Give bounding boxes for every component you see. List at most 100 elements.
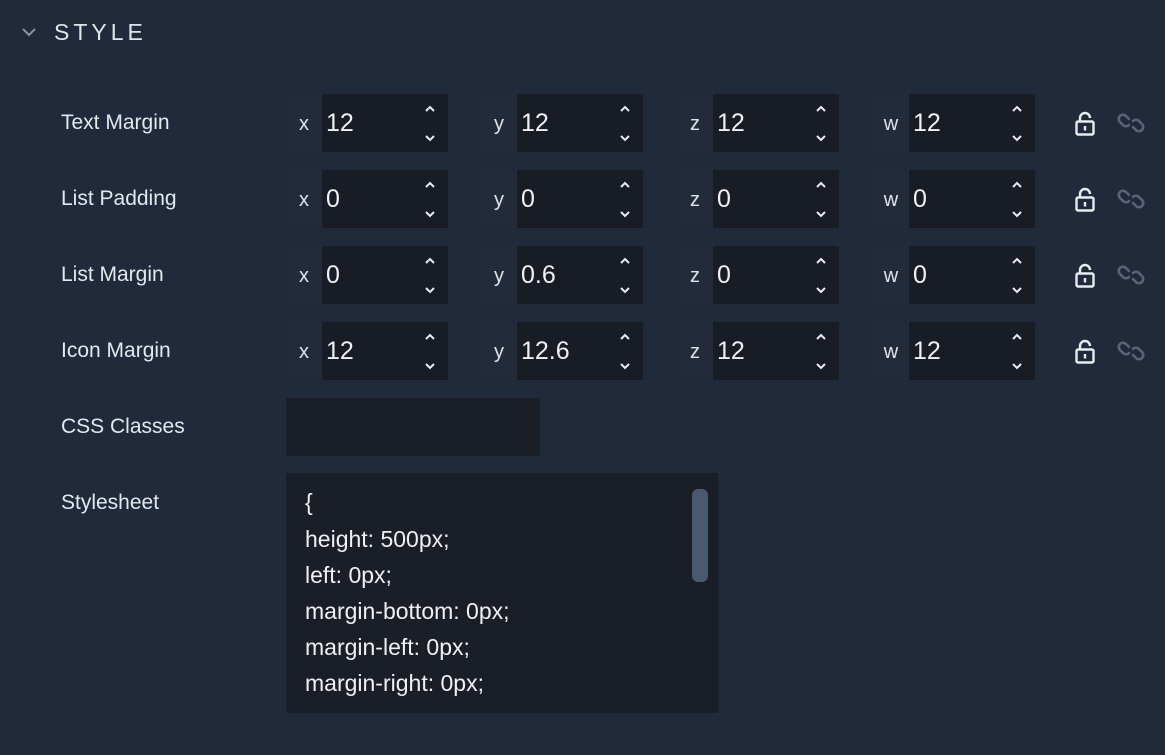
icon-margin-x-input[interactable]: 12	[322, 322, 412, 380]
chevron-up-icon[interactable]	[999, 170, 1035, 199]
list-padding-z-field: z 0	[677, 170, 839, 228]
axis-label: y	[481, 94, 517, 152]
lock-open-icon[interactable]	[1071, 337, 1099, 365]
text-margin-z-field: z 12	[677, 94, 839, 152]
lock-open-icon[interactable]	[1071, 109, 1099, 137]
icon-margin-y-field: y 12.6	[481, 322, 643, 380]
list-margin-z-stepper	[803, 246, 839, 304]
row-list-margin: List Margin x 0 y 0.6 z 0 w 0	[0, 246, 1165, 304]
list-margin-y-field: y 0.6	[481, 246, 643, 304]
stylesheet-scrollbar[interactable]	[692, 489, 708, 582]
chevron-up-icon[interactable]	[999, 94, 1035, 123]
chevron-down-icon[interactable]	[18, 21, 40, 43]
axis-label: z	[677, 170, 713, 228]
chevron-down-icon[interactable]	[412, 351, 448, 380]
chevron-down-icon[interactable]	[607, 275, 643, 304]
chevron-down-icon[interactable]	[607, 199, 643, 228]
css-classes-input[interactable]	[286, 398, 540, 456]
chevron-down-icon[interactable]	[607, 351, 643, 380]
icon-margin-x-stepper	[412, 322, 448, 380]
axis-label: x	[286, 94, 322, 152]
chevron-down-icon[interactable]	[803, 275, 839, 304]
chevron-up-icon[interactable]	[412, 94, 448, 123]
lock-open-icon[interactable]	[1071, 261, 1099, 289]
chevron-up-icon[interactable]	[999, 246, 1035, 275]
chevron-up-icon[interactable]	[803, 322, 839, 351]
list-margin-x-input[interactable]: 0	[322, 246, 412, 304]
link-icon[interactable]	[1117, 109, 1145, 137]
chevron-down-icon[interactable]	[412, 199, 448, 228]
list-padding-x-input[interactable]: 0	[322, 170, 412, 228]
chevron-down-icon[interactable]	[412, 123, 448, 152]
row-label: Stylesheet	[61, 491, 160, 514]
chevron-down-icon[interactable]	[803, 123, 839, 152]
axis-label: x	[286, 246, 322, 304]
section-title: STYLE	[54, 18, 147, 45]
chevron-up-icon[interactable]	[607, 246, 643, 275]
list-margin-x-field: x 0	[286, 246, 448, 304]
list-margin-y-input[interactable]: 0.6	[517, 246, 607, 304]
list-padding-y-input[interactable]: 0	[517, 170, 607, 228]
chevron-up-icon[interactable]	[607, 170, 643, 199]
link-icon[interactable]	[1117, 185, 1145, 213]
text-margin-z-stepper	[803, 94, 839, 152]
chevron-up-icon[interactable]	[803, 246, 839, 275]
link-icon[interactable]	[1117, 261, 1145, 289]
text-margin-w-field: w 12	[873, 94, 1035, 152]
chevron-up-icon[interactable]	[803, 170, 839, 199]
row-text-margin: Text Margin x 12 y 12 z 12 w 12	[0, 94, 1165, 152]
chevron-down-icon[interactable]	[803, 199, 839, 228]
list-padding-x-field: x 0	[286, 170, 448, 228]
list-margin-w-stepper	[999, 246, 1035, 304]
list-margin-z-input[interactable]: 0	[713, 246, 803, 304]
chevron-down-icon[interactable]	[999, 275, 1035, 304]
icon-margin-w-input[interactable]: 12	[909, 322, 999, 380]
chevron-up-icon[interactable]	[607, 94, 643, 123]
chevron-up-icon[interactable]	[412, 322, 448, 351]
stylesheet-line: {	[305, 489, 313, 515]
row-css-classes: CSS Classes	[0, 398, 1165, 456]
icon-margin-z-input[interactable]: 12	[713, 322, 803, 380]
chevron-down-icon[interactable]	[999, 123, 1035, 152]
stylesheet-line: height: 500px;	[305, 526, 450, 552]
icon-margin-x-field: x 12	[286, 322, 448, 380]
chevron-down-icon[interactable]	[999, 199, 1035, 228]
chevron-up-icon[interactable]	[607, 322, 643, 351]
chevron-down-icon[interactable]	[803, 351, 839, 380]
icon-margin-y-input[interactable]: 12.6	[517, 322, 607, 380]
lock-open-icon[interactable]	[1071, 185, 1099, 213]
chevron-down-icon[interactable]	[607, 123, 643, 152]
list-padding-z-input[interactable]: 0	[713, 170, 803, 228]
section-header-style[interactable]: STYLE	[18, 14, 147, 50]
row-label: Text Margin	[61, 111, 170, 134]
link-icon[interactable]	[1117, 337, 1145, 365]
chevron-down-icon[interactable]	[412, 275, 448, 304]
chevron-up-icon[interactable]	[999, 322, 1035, 351]
row-list-padding: List Padding x 0 y 0 z 0 w 0	[0, 170, 1165, 228]
chevron-down-icon[interactable]	[999, 351, 1035, 380]
row-label: List Padding	[61, 187, 177, 210]
stylesheet-textarea[interactable]: { height: 500px; left: 0px; margin-botto…	[286, 473, 718, 713]
icon-margin-w-field: w 12	[873, 322, 1035, 380]
row-label: Icon Margin	[61, 339, 171, 362]
text-margin-w-input[interactable]: 12	[909, 94, 999, 152]
chevron-up-icon[interactable]	[412, 170, 448, 199]
stylesheet-line: margin-bottom: 0px;	[305, 598, 510, 624]
list-margin-w-field: w 0	[873, 246, 1035, 304]
list-margin-y-stepper	[607, 246, 643, 304]
icon-margin-w-stepper	[999, 322, 1035, 380]
axis-label: x	[286, 170, 322, 228]
list-padding-w-input[interactable]: 0	[909, 170, 999, 228]
text-margin-x-input[interactable]: 12	[322, 94, 412, 152]
axis-label: y	[481, 322, 517, 380]
text-margin-x-stepper	[412, 94, 448, 152]
list-margin-w-input[interactable]: 0	[909, 246, 999, 304]
text-margin-z-input[interactable]: 12	[713, 94, 803, 152]
chevron-up-icon[interactable]	[803, 94, 839, 123]
chevron-up-icon[interactable]	[412, 246, 448, 275]
text-margin-y-input[interactable]: 12	[517, 94, 607, 152]
icon-margin-z-field: z 12	[677, 322, 839, 380]
axis-label: z	[677, 322, 713, 380]
axis-label: w	[873, 246, 909, 304]
list-padding-w-stepper	[999, 170, 1035, 228]
